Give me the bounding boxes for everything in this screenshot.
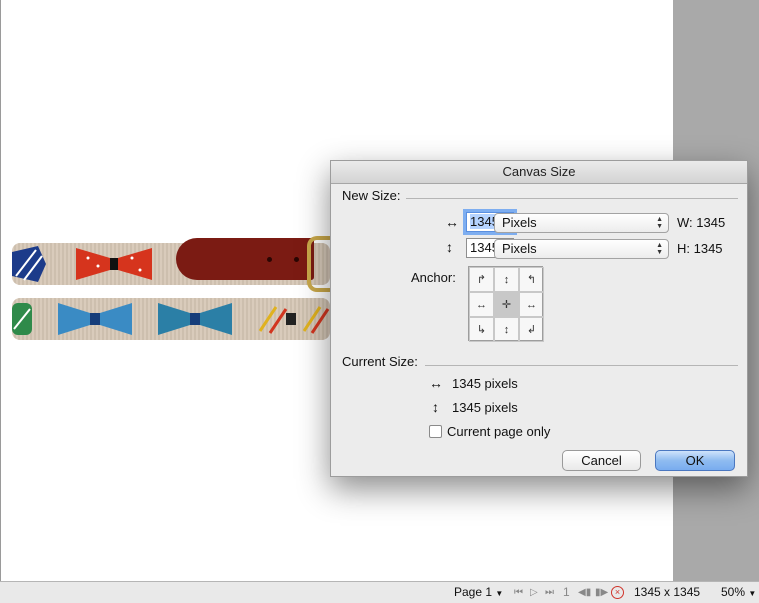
width-unit-select[interactable]: Pixels ▲ ▼ xyxy=(494,213,669,233)
page-selector[interactable]: Page 1 ▼ xyxy=(454,585,503,599)
ok-button[interactable]: OK xyxy=(655,450,735,471)
height-arrow-icon: ↕ xyxy=(446,239,453,255)
next-frame-icon[interactable]: ▮▶ xyxy=(595,587,608,598)
anchor-bottom-right[interactable]: ↲ xyxy=(519,317,544,342)
bowtie-blue-check xyxy=(58,303,132,335)
play-icon[interactable]: ▷ xyxy=(530,587,538,598)
leather-strap xyxy=(176,238,314,280)
height-readout: H: 1345 xyxy=(677,241,723,256)
bowtie-yellow-red-stripe xyxy=(258,306,330,334)
zoom-selector[interactable]: 50% ▼ xyxy=(721,585,756,599)
bowtie-red-dots xyxy=(76,248,152,280)
anchor-top-left[interactable]: ↱ xyxy=(469,267,494,292)
anchor-center[interactable]: ✛ xyxy=(494,292,519,317)
height-unit-select[interactable]: Pixels ▲ ▼ xyxy=(494,239,669,259)
prev-frame-icon[interactable]: ◀▮ xyxy=(578,587,591,598)
page-dropdown-icon: ▼ xyxy=(495,589,504,598)
canvas-dimensions: 1345 x 1345 xyxy=(634,585,701,599)
current-height-arrow-icon: ↕ xyxy=(432,399,439,415)
bowtie-blue-stripe xyxy=(12,246,46,282)
width-arrow-icon: ↔ xyxy=(445,214,459,230)
current-height-value: 1345 pixels xyxy=(452,400,518,415)
current-page-only-checkbox[interactable] xyxy=(429,425,442,438)
anchor-middle-left[interactable]: ↔ xyxy=(469,292,494,317)
anchor-grid: ↱ ↕ ↰ ↔ ✛ ↔ ↳ ↕ ↲ xyxy=(468,266,544,342)
new-size-divider xyxy=(406,198,738,199)
width-unit-value: Pixels xyxy=(502,215,537,230)
select-arrows-icon: ▲ ▼ xyxy=(656,242,663,256)
zoom-value: 50% xyxy=(721,585,746,599)
width-readout: W: 1345 xyxy=(677,215,726,230)
current-width-value: 1345 pixels xyxy=(452,376,518,391)
anchor-bottom-left[interactable]: ↳ xyxy=(469,317,494,342)
first-page-icon[interactable]: ⏮ xyxy=(514,587,523,598)
anchor-middle-right[interactable]: ↔ xyxy=(519,292,544,317)
anchor-top-right[interactable]: ↰ xyxy=(519,267,544,292)
canvas-size-dialog: Canvas Size New Size: ↔ 1345 Pixels ▲ ▼ W… xyxy=(330,160,748,477)
zoom-dropdown-icon: ▼ xyxy=(748,589,757,598)
status-bar: Page 1 ▼ ⏮ ▷ ⏭ 1 ◀▮ ▮▶ × 1345 x 1345 50%… xyxy=(0,581,759,603)
height-unit-value: Pixels xyxy=(502,241,537,256)
select-arrows-icon: ▲ ▼ xyxy=(656,216,663,230)
belt-buckle xyxy=(307,236,330,292)
current-width-arrow-icon: ↔ xyxy=(429,375,443,391)
anchor-bottom-center[interactable]: ↕ xyxy=(494,317,519,342)
bowtie-green-stripe xyxy=(12,303,32,335)
last-page-icon[interactable]: ⏭ xyxy=(545,587,554,598)
anchor-label: Anchor: xyxy=(411,270,456,285)
page-number: 1 xyxy=(563,585,570,599)
current-page-only-label[interactable]: Current page only xyxy=(447,424,550,439)
dialog-title[interactable]: Canvas Size xyxy=(331,161,747,184)
belt-image-bottom xyxy=(12,298,330,340)
current-size-label: Current Size: xyxy=(342,354,418,369)
cancel-button[interactable]: Cancel xyxy=(562,450,641,471)
current-size-divider xyxy=(425,365,738,366)
stop-icon[interactable]: × xyxy=(611,586,624,599)
bowtie-teal xyxy=(158,303,232,335)
anchor-top-center[interactable]: ↕ xyxy=(494,267,519,292)
new-size-label: New Size: xyxy=(342,188,401,203)
page-label: Page 1 xyxy=(454,585,493,599)
